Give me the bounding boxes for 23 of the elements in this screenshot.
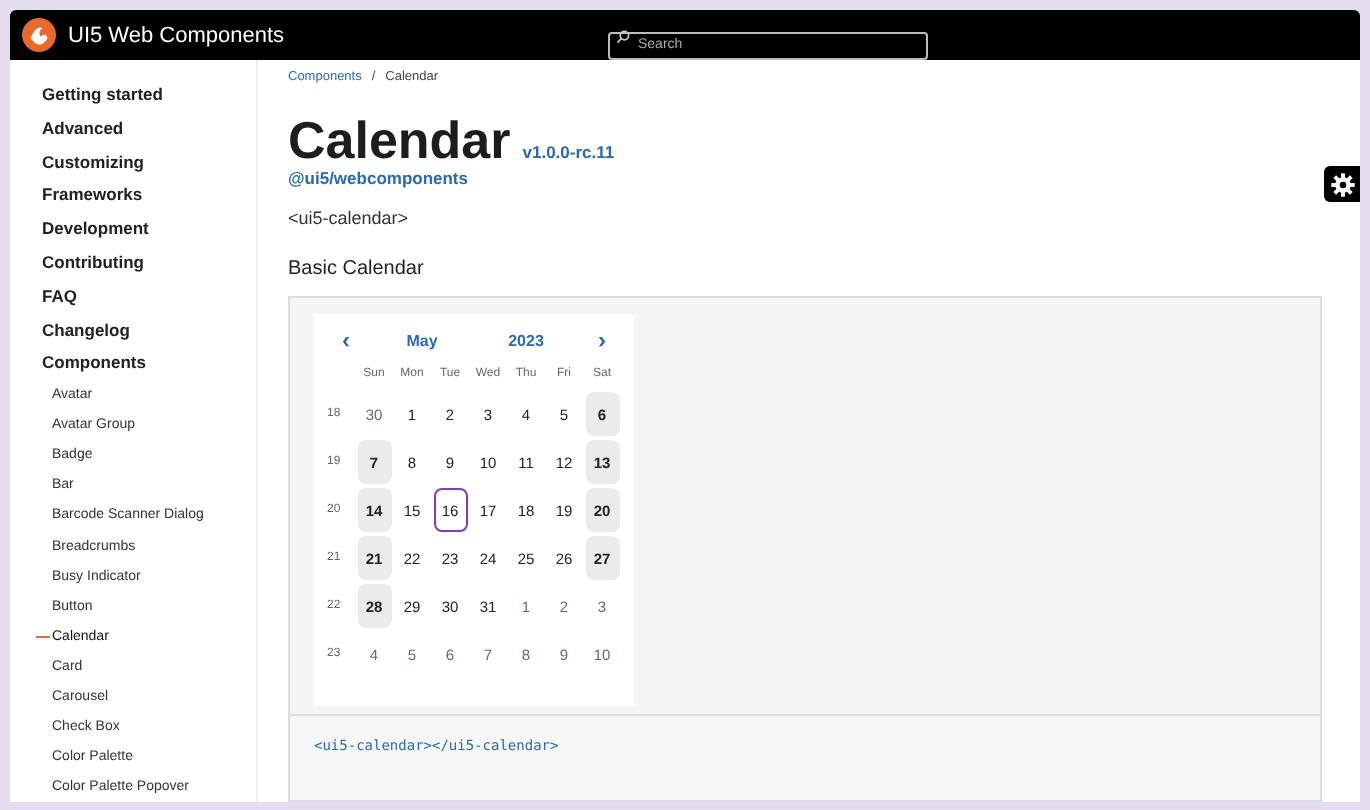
search-icon	[616, 29, 630, 43]
nav-item[interactable]: Development	[42, 212, 149, 246]
tag-name: <ui5-calendar>	[288, 208, 411, 228]
month-button[interactable]: May	[382, 331, 462, 349]
nav-item[interactable]: FAQ	[42, 279, 77, 314]
next-button[interactable]: ›	[590, 326, 614, 354]
section-title: Basic Calendar	[288, 258, 426, 280]
nav-item[interactable]: Advanced	[42, 111, 124, 146]
nav-item[interactable]: Changelog	[42, 313, 130, 347]
nav-item[interactable]: Contributing	[42, 245, 144, 280]
app-title: UI5 Web Components	[68, 23, 285, 47]
nav-item[interactable]: Customizing	[42, 145, 144, 179]
page-title: Calendar	[288, 112, 511, 168]
nav-item[interactable]: Frameworks	[42, 178, 143, 213]
settings-icon	[1329, 171, 1355, 197]
logo-icon[interactable]	[22, 18, 56, 52]
previous-button[interactable]: ‹	[334, 326, 358, 354]
package-link[interactable]: @ui5/webcomponents	[288, 168, 468, 188]
year-button[interactable]: 2023	[486, 331, 566, 349]
nav-item[interactable]: Getting started	[42, 78, 163, 112]
version-link[interactable]: v1.0.0-rc.11	[522, 142, 615, 162]
settings-button[interactable]	[1324, 166, 1360, 202]
nav-item[interactable]: Components	[42, 346, 146, 381]
